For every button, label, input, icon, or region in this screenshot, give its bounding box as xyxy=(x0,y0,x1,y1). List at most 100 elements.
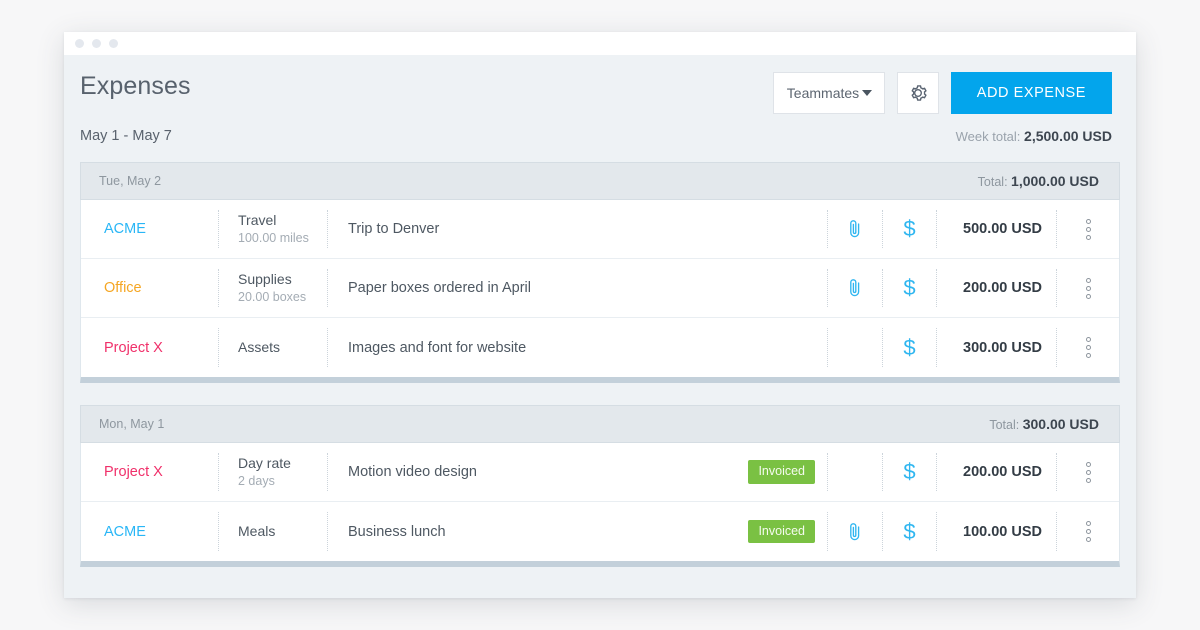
row-menu-button[interactable] xyxy=(1085,521,1091,542)
window-titlebar xyxy=(64,32,1136,55)
dollar-icon: $ xyxy=(903,275,916,300)
client-name[interactable]: ACME xyxy=(104,524,218,540)
cell-description: Images and font for website xyxy=(328,318,681,377)
cell-menu xyxy=(1057,502,1119,561)
cell-status: Invoiced xyxy=(681,502,827,561)
header-actions: Teammates ADD EXPENSE xyxy=(772,72,1112,114)
window-minimize-dot[interactable] xyxy=(92,39,101,48)
client-name[interactable]: Office xyxy=(104,280,218,296)
billable-button[interactable]: $ xyxy=(903,336,915,359)
expense-amount: 100.00 USD xyxy=(963,523,1042,540)
cell-attachment xyxy=(827,210,882,248)
gear-icon xyxy=(911,85,927,101)
cell-billable: $ xyxy=(882,328,937,367)
kebab-dot xyxy=(1085,277,1091,283)
client-name[interactable]: Project X xyxy=(104,464,218,480)
row-menu-button[interactable] xyxy=(1085,461,1091,483)
expense-row[interactable]: Project X Assets Images and font for websi… xyxy=(81,318,1119,377)
cell-type: Meals xyxy=(218,512,328,551)
page-title: Expenses xyxy=(80,72,191,100)
cell-billable: $ xyxy=(882,210,937,248)
cell-type: Travel 100.00 miles xyxy=(218,210,328,248)
dollar-icon: $ xyxy=(903,216,916,241)
expense-group: Mon, May 1 Total: 300.00 USD Project X Day … xyxy=(80,405,1120,567)
attachment-button[interactable] xyxy=(847,219,863,239)
expense-row[interactable]: Office Supplies 20.00 boxes Paper boxes ord… xyxy=(81,259,1119,318)
kebab-dot xyxy=(1085,226,1091,232)
teammates-select[interactable]: Teammates xyxy=(772,72,885,114)
expense-groups: Tue, May 2 Total: 1,000.00 USD ACME Travel 1… xyxy=(64,144,1136,567)
group-date: Mon, May 1 xyxy=(99,417,165,431)
cell-attachment xyxy=(827,453,882,491)
expense-row[interactable]: ACME Travel 100.00 miles Trip to Denver $500… xyxy=(81,200,1119,259)
cell-client: ACME xyxy=(81,502,218,561)
cell-billable: $ xyxy=(882,512,937,551)
cell-attachment xyxy=(827,328,882,367)
group-total-label: Total: xyxy=(989,418,1020,432)
row-menu-button[interactable] xyxy=(1085,277,1091,299)
cell-menu xyxy=(1057,259,1119,317)
billable-button[interactable]: $ xyxy=(903,518,916,544)
row-menu-button[interactable] xyxy=(1085,337,1091,358)
kebab-dot xyxy=(1085,234,1091,240)
attachment-button[interactable] xyxy=(847,278,863,298)
client-name[interactable]: Project X xyxy=(104,340,218,356)
cell-amount: 500.00 USD xyxy=(937,210,1057,248)
expense-quantity: 2 days xyxy=(238,474,275,488)
kebab-dot xyxy=(1085,477,1091,483)
billable-button[interactable]: $ xyxy=(903,218,915,240)
teammates-select-label: Teammates xyxy=(786,85,860,101)
expense-quantity: 20.00 boxes xyxy=(238,290,307,304)
subheader: May 1 - May 7 Week total: 2,500.00 USD xyxy=(64,114,1136,144)
cell-description: Paper boxes ordered in April xyxy=(328,259,681,317)
week-total-value: 2,500.00 USD xyxy=(1024,128,1112,144)
kebab-dot xyxy=(1085,353,1091,358)
expense-group: Tue, May 2 Total: 1,000.00 USD ACME Travel 1… xyxy=(80,162,1120,383)
expense-type: Supplies xyxy=(238,271,292,287)
kebab-dot xyxy=(1085,345,1091,350)
add-expense-button[interactable]: ADD EXPENSE xyxy=(950,72,1112,114)
window-close-dot[interactable] xyxy=(75,39,84,48)
expense-type: Meals xyxy=(238,523,276,539)
attachment-button[interactable] xyxy=(847,522,863,542)
chevron-down-icon xyxy=(861,90,872,96)
cell-menu xyxy=(1057,200,1119,258)
window-maximize-dot[interactable] xyxy=(109,39,118,48)
group-total-label: Total: xyxy=(977,175,1008,189)
billable-button[interactable]: $ xyxy=(903,461,915,483)
cell-attachment xyxy=(827,512,882,551)
cell-client: Office xyxy=(81,259,218,317)
group-total-value: 300.00 USD xyxy=(1022,416,1099,432)
expense-row[interactable]: ACME Meals Business lunch Invoiced $100.00 U… xyxy=(81,502,1119,561)
expense-amount: 500.00 USD xyxy=(963,221,1042,237)
cell-amount: 100.00 USD xyxy=(937,512,1057,551)
paperclip-icon xyxy=(850,279,860,297)
dollar-icon: $ xyxy=(903,459,916,484)
row-menu-button[interactable] xyxy=(1085,218,1091,240)
expense-row-list: ACME Travel 100.00 miles Trip to Denver $500… xyxy=(80,200,1120,383)
kebab-dot xyxy=(1085,461,1091,467)
settings-button[interactable] xyxy=(896,72,939,114)
expense-row[interactable]: Project X Day rate 2 days Motion video desi… xyxy=(81,443,1119,502)
cell-billable: $ xyxy=(882,453,937,491)
dollar-icon: $ xyxy=(903,518,916,544)
kebab-dot xyxy=(1085,521,1091,526)
cell-client: ACME xyxy=(81,200,218,258)
app-window: Expenses Teammates ADD EXPENSE May 1 - M… xyxy=(64,32,1136,598)
group-header: Mon, May 1 Total: 300.00 USD xyxy=(80,405,1120,443)
paperclip-icon xyxy=(850,220,860,238)
expense-amount: 300.00 USD xyxy=(963,339,1042,356)
cell-client: Project X xyxy=(81,443,218,501)
expense-amount: 200.00 USD xyxy=(963,280,1042,296)
page-header: Expenses Teammates ADD EXPENSE xyxy=(64,55,1136,114)
cell-type: Supplies 20.00 boxes xyxy=(218,269,328,307)
kebab-dot xyxy=(1085,537,1091,542)
expense-description: Paper boxes ordered in April xyxy=(348,280,531,296)
client-name[interactable]: ACME xyxy=(104,221,218,237)
expense-quantity: 100.00 miles xyxy=(238,231,309,245)
billable-button[interactable]: $ xyxy=(903,277,915,299)
cell-status: Invoiced xyxy=(681,443,827,501)
cell-amount: 200.00 USD xyxy=(937,453,1057,491)
group-total-value: 1,000.00 USD xyxy=(1011,173,1099,189)
expense-type: Day rate xyxy=(238,455,291,471)
